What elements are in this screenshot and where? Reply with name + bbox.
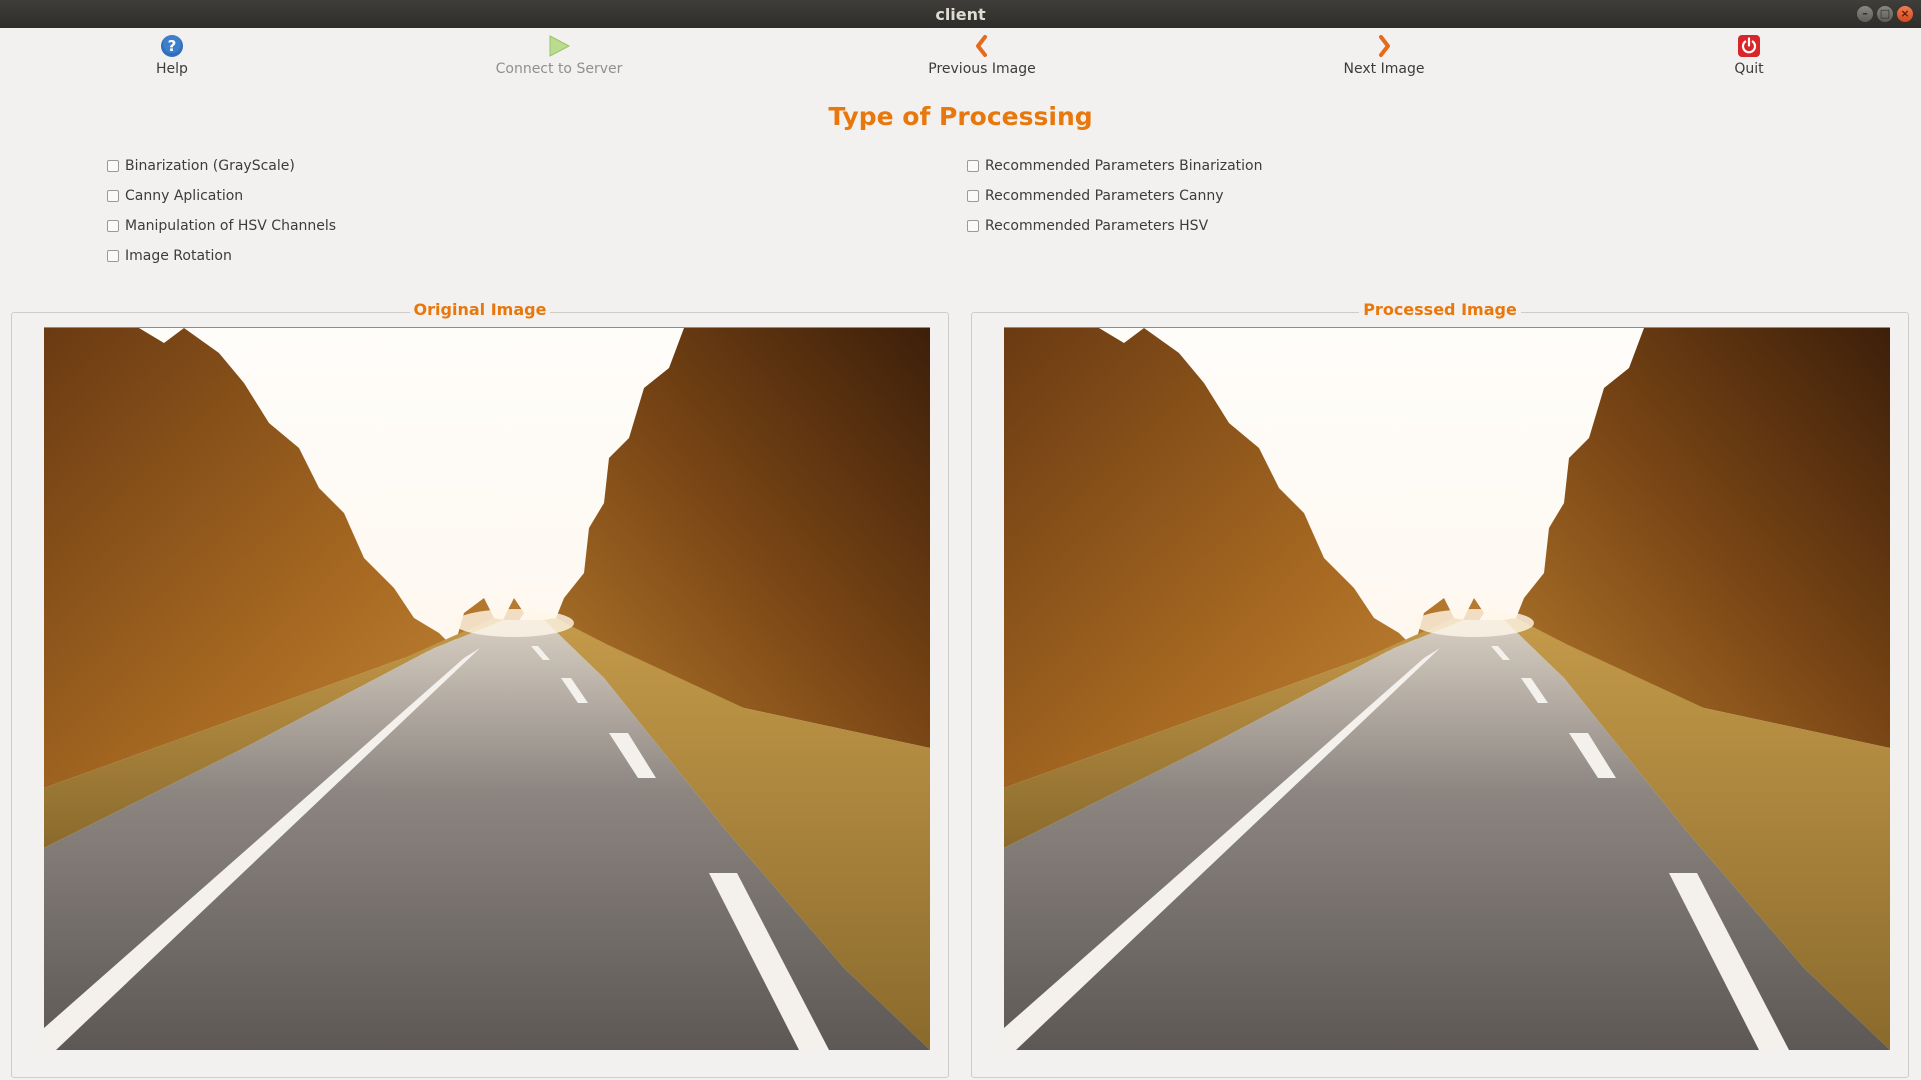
option-hsv-channels[interactable]: Manipulation of HSV Channels	[107, 218, 336, 234]
play-icon	[546, 33, 572, 59]
checkbox[interactable]	[967, 220, 979, 232]
chevron-left-icon	[969, 33, 995, 59]
option-label: Recommended Parameters Canny	[985, 188, 1224, 204]
processed-image	[1004, 327, 1890, 1050]
option-recommended-canny[interactable]: Recommended Parameters Canny	[967, 188, 1224, 204]
option-label: Manipulation of HSV Channels	[125, 218, 337, 234]
minimize-button[interactable]: –	[1857, 6, 1873, 22]
original-image	[44, 327, 930, 1050]
connect-to-server-label: Connect to Server	[495, 61, 623, 77]
option-binarization-grayscale[interactable]: Binarization (GrayScale)	[107, 158, 295, 174]
option-label: Recommended Parameters HSV	[985, 218, 1209, 234]
option-label: Binarization (GrayScale)	[125, 158, 295, 174]
checkbox[interactable]	[107, 220, 119, 232]
power-icon	[1736, 33, 1762, 59]
option-recommended-binarization[interactable]: Recommended Parameters Binarization	[967, 158, 1263, 174]
option-recommended-hsv[interactable]: Recommended Parameters HSV	[967, 218, 1208, 234]
checkbox[interactable]	[967, 160, 979, 172]
next-image-label: Next Image	[1343, 61, 1425, 77]
help-icon: ?	[159, 33, 185, 59]
quit-label: Quit	[1734, 61, 1764, 77]
checkbox[interactable]	[107, 250, 119, 262]
option-label: Recommended Parameters Binarization	[985, 158, 1263, 174]
checkbox[interactable]	[107, 190, 119, 202]
option-image-rotation[interactable]: Image Rotation	[107, 248, 232, 264]
processing-heading: Type of Processing	[828, 102, 1093, 131]
window-controls: – □ ×	[1857, 6, 1913, 22]
help-label: Help	[156, 61, 188, 77]
quit-button[interactable]: Quit	[1669, 33, 1829, 77]
original-image-title: Original Image	[11, 300, 949, 319]
window-title: client	[935, 4, 986, 24]
svg-text:?: ?	[168, 37, 177, 55]
option-label: Canny Aplication	[125, 188, 244, 204]
option-label: Image Rotation	[125, 248, 232, 264]
chevron-right-icon	[1371, 33, 1397, 59]
checkbox[interactable]	[107, 160, 119, 172]
checkbox[interactable]	[967, 190, 979, 202]
help-button[interactable]: ? Help	[92, 33, 252, 77]
close-window-button[interactable]: ×	[1897, 6, 1913, 22]
processed-image-title: Processed Image	[971, 300, 1909, 319]
maximize-button[interactable]: □	[1877, 6, 1893, 22]
option-canny-aplication[interactable]: Canny Aplication	[107, 188, 243, 204]
previous-image-button[interactable]: Previous Image	[902, 33, 1062, 77]
next-image-button[interactable]: Next Image	[1304, 33, 1464, 77]
connect-to-server-button[interactable]: Connect to Server	[479, 33, 639, 77]
window-title-bar: client – □ ×	[0, 0, 1921, 28]
previous-image-label: Previous Image	[928, 61, 1036, 77]
